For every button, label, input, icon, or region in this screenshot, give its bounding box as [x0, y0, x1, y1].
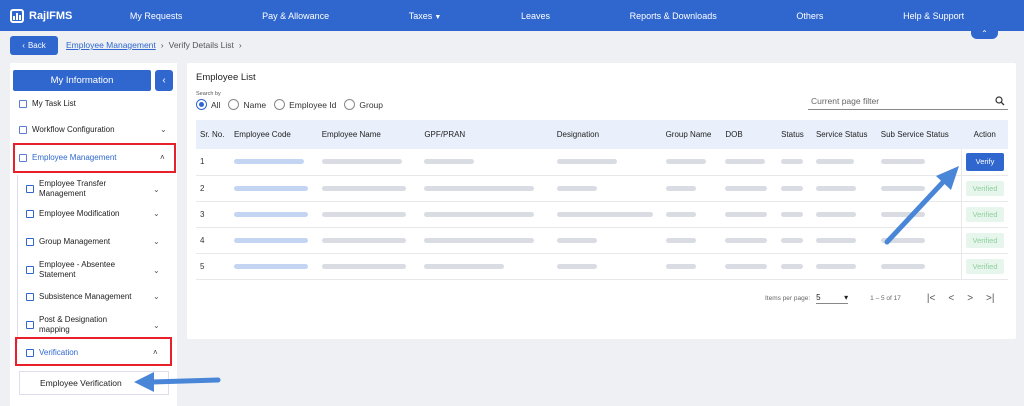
arrow-to-employee-verification-icon — [134, 372, 221, 392]
arrow-to-verify-button-icon — [884, 166, 959, 245]
annotation-arrows — [134, 166, 959, 392]
